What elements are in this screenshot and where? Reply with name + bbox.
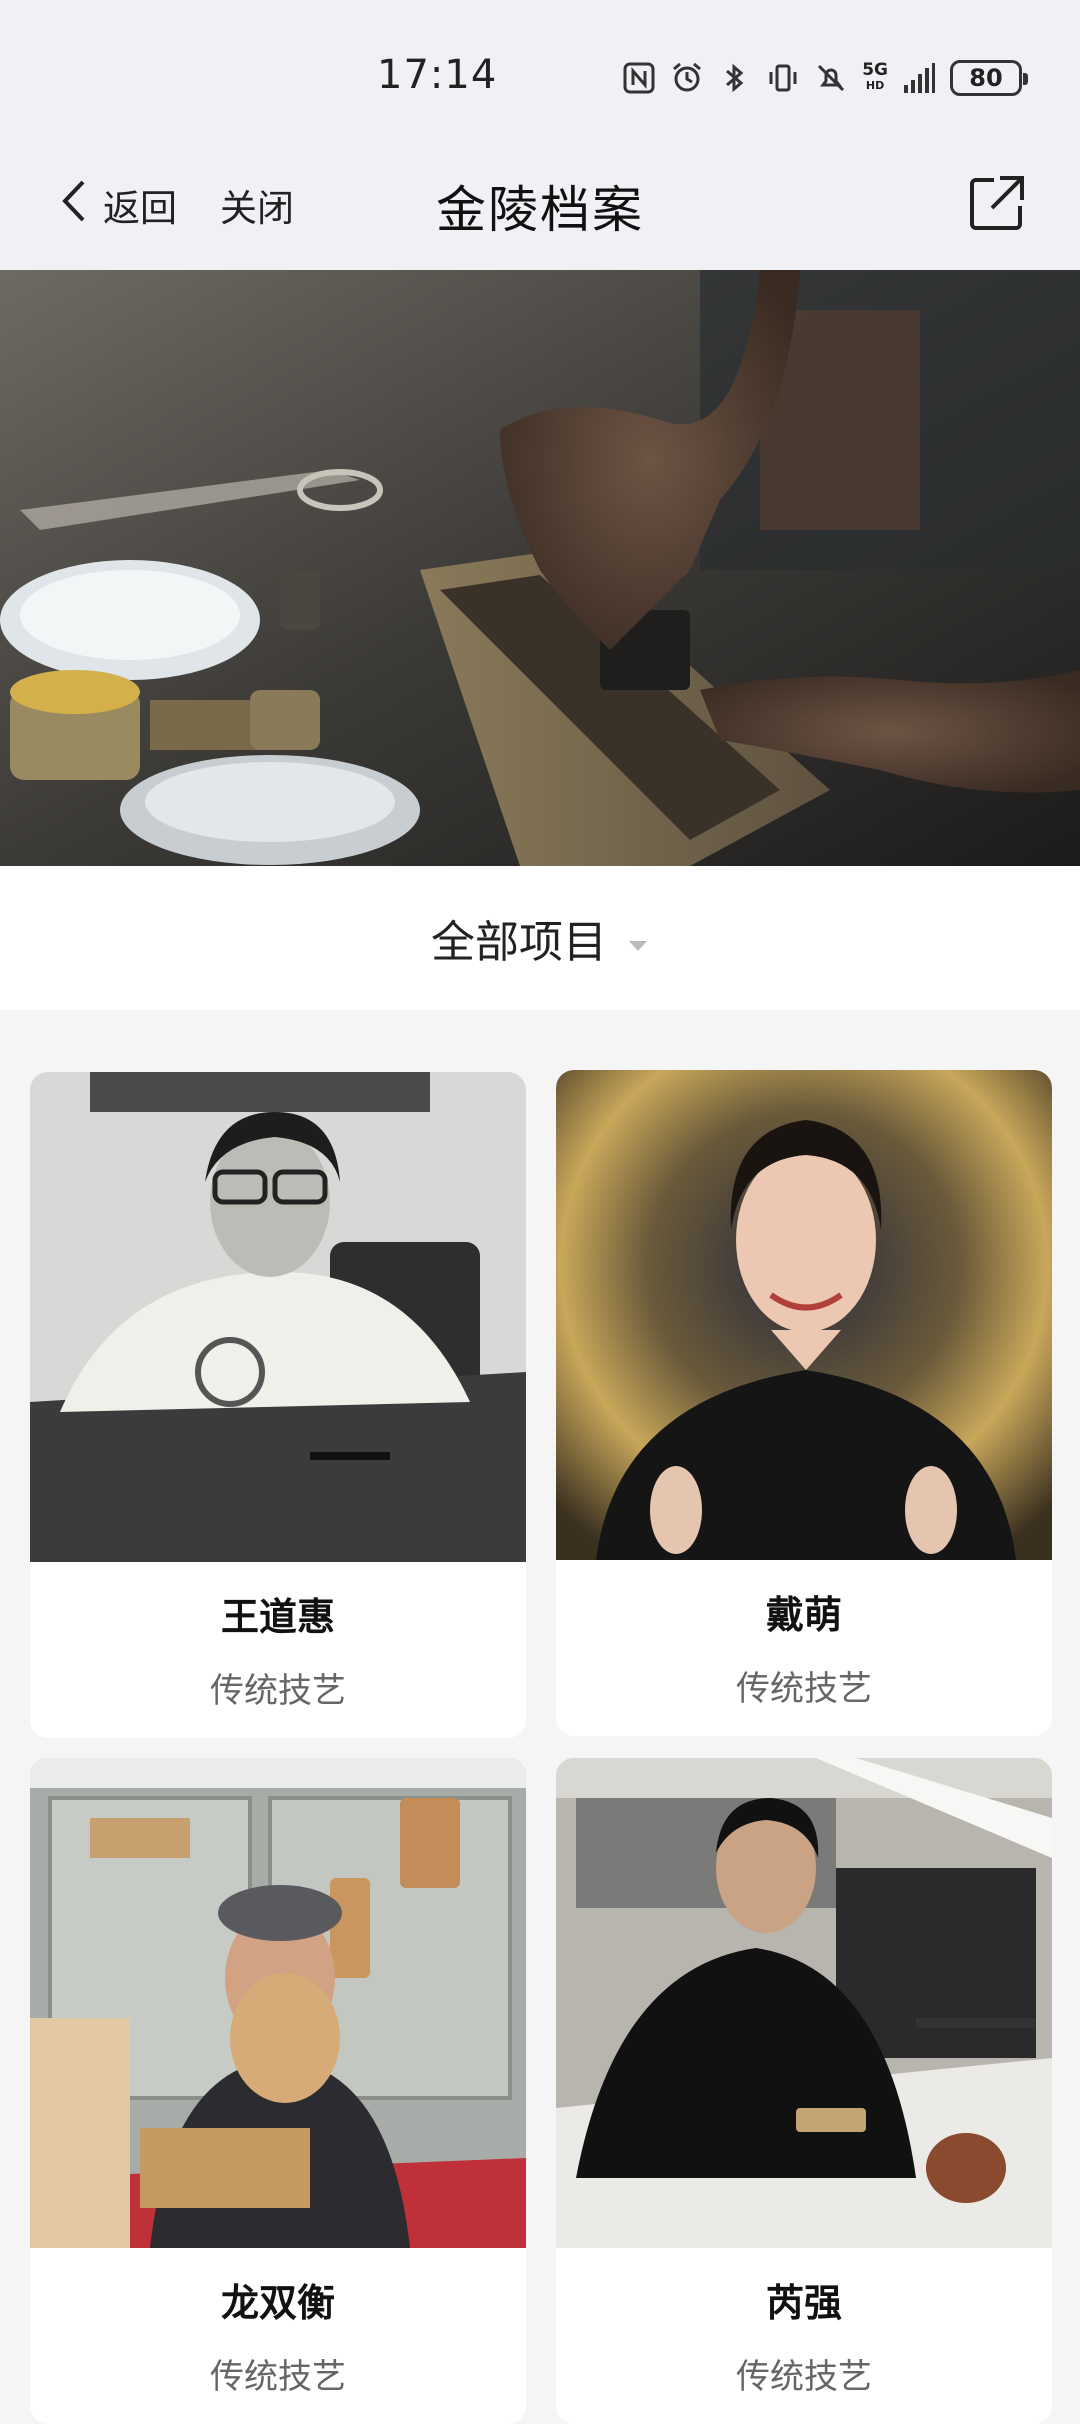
person-name: 戴萌 xyxy=(765,1593,842,1637)
hero-banner-image xyxy=(0,270,1080,866)
share-icon xyxy=(964,176,1030,240)
status-bar: 17:14 5G HD 80 xyxy=(0,0,1080,150)
person-category: 传统技艺 xyxy=(736,1669,872,1709)
filter-bar: 全部项目 xyxy=(0,866,1080,1010)
project-filter-dropdown[interactable]: 全部项目 xyxy=(431,906,649,970)
filter-label: 全部项目 xyxy=(431,917,607,968)
person-card-grid: 王道惠 传统技艺 戴萌 传统技艺 龙双衡 传统技艺 芮强 传统技艺 xyxy=(0,1010,1080,2424)
person-card[interactable]: 龙双衡 传统技艺 xyxy=(30,1758,526,2424)
person-name: 王道惠 xyxy=(220,1595,335,1639)
status-icons: 5G HD 80 xyxy=(622,56,1028,100)
share-button[interactable] xyxy=(964,170,1030,236)
person-photo xyxy=(30,1072,526,1562)
battery-indicator: 80 xyxy=(950,60,1028,96)
person-photo xyxy=(556,1758,1052,2248)
bluetooth-icon xyxy=(718,61,752,95)
mute-icon xyxy=(814,61,848,95)
person-photo xyxy=(30,1758,526,2248)
person-category: 传统技艺 xyxy=(736,2357,872,2397)
nfc-icon xyxy=(622,61,656,95)
person-name: 龙双衡 xyxy=(220,2281,335,2325)
network-type: 5G HD xyxy=(862,60,888,93)
person-card[interactable]: 芮强 传统技艺 xyxy=(556,1758,1052,2424)
page-title: 金陵档案 xyxy=(436,181,644,239)
person-photo xyxy=(556,1070,1052,1560)
person-card[interactable]: 戴萌 传统技艺 xyxy=(556,1070,1052,1736)
dropdown-triangle-icon xyxy=(627,913,649,964)
person-card[interactable]: 王道惠 传统技艺 xyxy=(30,1072,526,1738)
person-name: 芮强 xyxy=(765,2281,842,2325)
status-time: 17:14 xyxy=(377,52,498,98)
vibrate-icon xyxy=(766,61,800,95)
person-category: 传统技艺 xyxy=(210,2357,346,2397)
alarm-icon xyxy=(670,61,704,95)
signal-icon xyxy=(902,61,936,95)
person-category: 传统技艺 xyxy=(210,1671,346,1711)
nav-bar: 返回 关闭 金陵档案 xyxy=(0,150,1080,270)
